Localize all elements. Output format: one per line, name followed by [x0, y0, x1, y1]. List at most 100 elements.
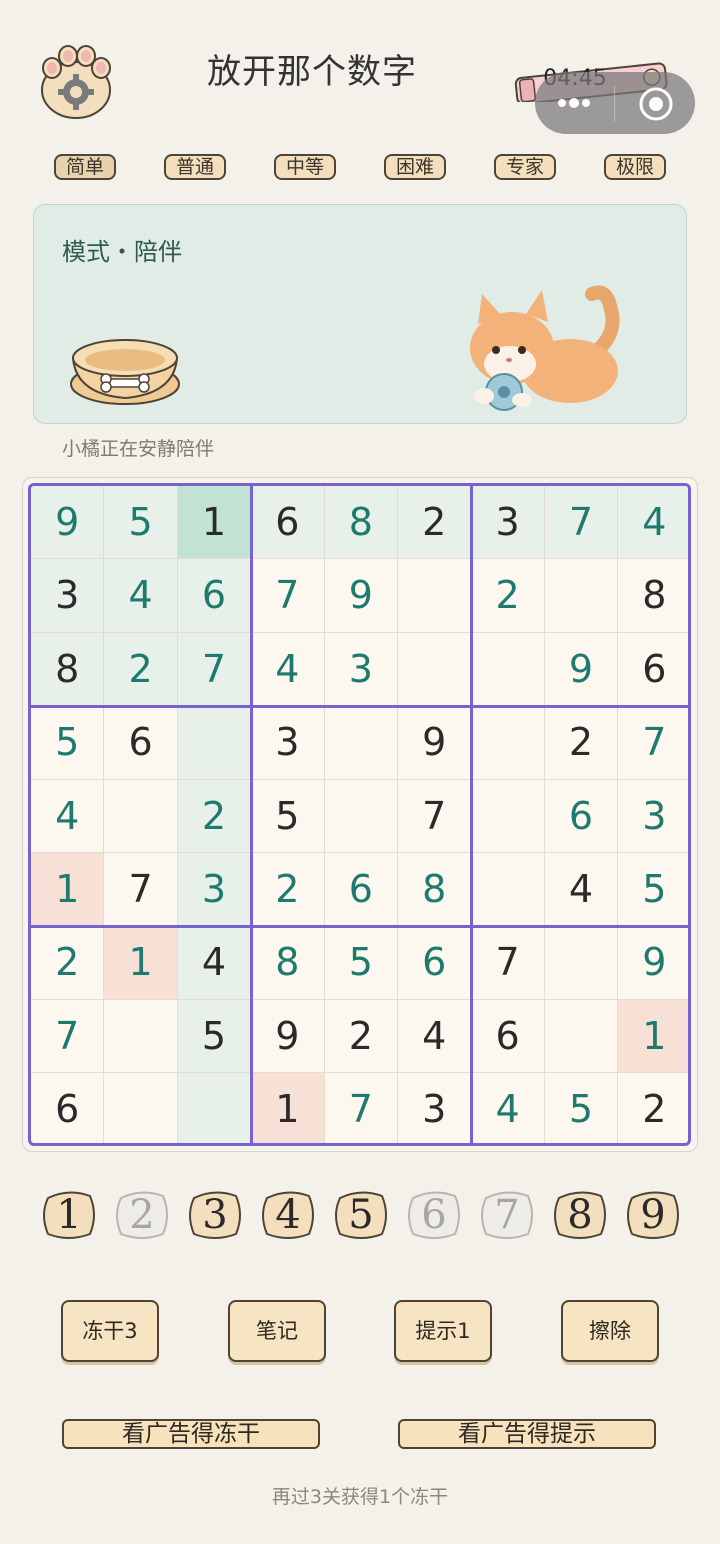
board-cell[interactable]: 9	[544, 632, 619, 707]
number-key[interactable]: 5	[332, 1188, 390, 1242]
board-cell[interactable]: 2	[544, 706, 619, 780]
board-cell[interactable]: 6	[104, 706, 178, 780]
board-cell[interactable]	[398, 559, 472, 633]
board-cell[interactable]: 5	[618, 853, 688, 927]
number-key[interactable]: 9	[624, 1188, 682, 1242]
number-key[interactable]: 1	[40, 1188, 98, 1242]
board-cell[interactable]: 7	[325, 1073, 398, 1143]
board-cell[interactable]	[177, 1073, 252, 1143]
number-key[interactable]: 2	[113, 1188, 171, 1242]
board-cell[interactable]: 3	[618, 780, 688, 853]
board-cell[interactable]: 2	[251, 853, 325, 927]
board-cell[interactable]: 6	[618, 633, 688, 707]
board-cell[interactable]	[471, 779, 545, 853]
board-cell[interactable]: 7	[104, 853, 178, 927]
board-cell[interactable]: 9	[31, 486, 105, 560]
board-cell[interactable]	[544, 926, 619, 1000]
board-cell[interactable]: 2	[104, 632, 178, 707]
board-cell[interactable]: 4	[544, 853, 619, 927]
number-key[interactable]: 7	[478, 1188, 536, 1242]
board-cell[interactable]: 2	[31, 926, 105, 1000]
board-cell[interactable]: 5	[177, 999, 252, 1074]
notes-button[interactable]: 笔记	[228, 1300, 326, 1362]
board-cell[interactable]: 6	[324, 853, 398, 927]
board-cell[interactable]: 1	[104, 926, 178, 1000]
board-cell[interactable]: 9	[398, 706, 472, 780]
board-cell[interactable]: 7	[471, 926, 545, 1000]
board-cell[interactable]: 3	[31, 559, 105, 633]
freeze-button[interactable]: 冻干3	[61, 1300, 159, 1362]
board-cell[interactable]: 2	[177, 779, 252, 853]
board-cell[interactable]: 6	[544, 779, 619, 853]
board-cell[interactable]: 3	[324, 632, 398, 707]
board-cell[interactable]: 6	[177, 559, 252, 633]
board-cell[interactable]: 4	[398, 999, 472, 1074]
number-key[interactable]: 4	[259, 1188, 317, 1242]
board-cell[interactable]	[104, 1073, 178, 1143]
difficulty-tab[interactable]: 困难	[384, 154, 446, 180]
board-cell[interactable]	[177, 706, 252, 780]
difficulty-tab[interactable]: 简单	[54, 154, 116, 180]
board-cell[interactable]: 7	[544, 486, 619, 560]
board-cell[interactable]: 1	[177, 486, 252, 560]
board-cell[interactable]	[398, 632, 472, 707]
board-cell[interactable]: 2	[324, 999, 398, 1074]
board-cell[interactable]: 7	[398, 779, 472, 853]
board-cell[interactable]: 4	[618, 486, 688, 560]
board-cell[interactable]	[544, 999, 619, 1074]
board-cell[interactable]	[544, 559, 619, 633]
board-cell[interactable]	[471, 853, 545, 927]
number-key[interactable]: 3	[186, 1188, 244, 1242]
board-cell[interactable]: 4	[471, 1073, 545, 1143]
board-cell[interactable]: 8	[31, 632, 105, 707]
board-cell[interactable]: 1	[31, 853, 105, 927]
board-cell[interactable]: 2	[398, 486, 472, 560]
board-cell[interactable]	[324, 706, 398, 780]
board-cell[interactable]: 3	[177, 853, 252, 927]
board-cell[interactable]: 7	[31, 999, 105, 1074]
board-cell[interactable]: 8	[324, 486, 398, 560]
board-cell[interactable]: 4	[104, 559, 178, 633]
number-key[interactable]: 6	[405, 1188, 463, 1242]
board-cell[interactable]: 9	[251, 999, 325, 1074]
board-cell[interactable]	[471, 706, 545, 780]
difficulty-tab[interactable]: 专家	[494, 154, 556, 180]
board-cell[interactable]: 6	[31, 1073, 105, 1143]
board-cell[interactable]: 5	[251, 779, 325, 853]
board-cell[interactable]: 1	[251, 1073, 325, 1143]
board-cell[interactable]: 8	[398, 853, 472, 927]
hint-button[interactable]: 提示1	[394, 1300, 492, 1362]
board-cell[interactable]: 5	[31, 706, 105, 780]
board-cell[interactable]: 8	[251, 926, 325, 1000]
number-key[interactable]: 8	[551, 1188, 609, 1242]
ad-freeze-button[interactable]: 看广告得冻干	[62, 1419, 320, 1449]
board-cell[interactable]: 7	[618, 706, 688, 780]
board-cell[interactable]: 6	[251, 486, 325, 560]
board-cell[interactable]	[471, 632, 545, 707]
more-dots-icon[interactable]	[548, 86, 600, 120]
board-cell[interactable]: 2	[471, 559, 545, 633]
board-cell[interactable]	[104, 999, 178, 1074]
board-cell[interactable]	[324, 779, 398, 853]
board-cell[interactable]: 6	[471, 999, 545, 1074]
close-target-icon[interactable]	[636, 84, 676, 124]
board-cell[interactable]: 9	[324, 559, 398, 633]
board-cell[interactable]: 1	[618, 999, 688, 1074]
board-cell[interactable]: 5	[324, 926, 398, 1000]
board-cell[interactable]: 3	[251, 706, 325, 780]
board-cell[interactable]: 9	[618, 926, 688, 1000]
board-cell[interactable]: 7	[251, 559, 325, 633]
difficulty-tab[interactable]: 极限	[604, 154, 666, 180]
board-cell[interactable]: 4	[251, 632, 325, 707]
board-cell[interactable]: 5	[104, 486, 178, 560]
erase-button[interactable]: 擦除	[561, 1300, 659, 1362]
ad-hint-button[interactable]: 看广告得提示	[398, 1419, 656, 1449]
board-cell[interactable]: 3	[471, 486, 545, 560]
difficulty-tab[interactable]: 中等	[274, 154, 336, 180]
difficulty-tab[interactable]: 普通	[164, 154, 226, 180]
board-cell[interactable]: 5	[545, 1073, 619, 1143]
board-cell[interactable]: 3	[398, 1073, 472, 1143]
board-cell[interactable]: 2	[618, 1073, 688, 1143]
board-cell[interactable]: 8	[618, 559, 688, 633]
board-cell[interactable]: 4	[31, 779, 105, 853]
